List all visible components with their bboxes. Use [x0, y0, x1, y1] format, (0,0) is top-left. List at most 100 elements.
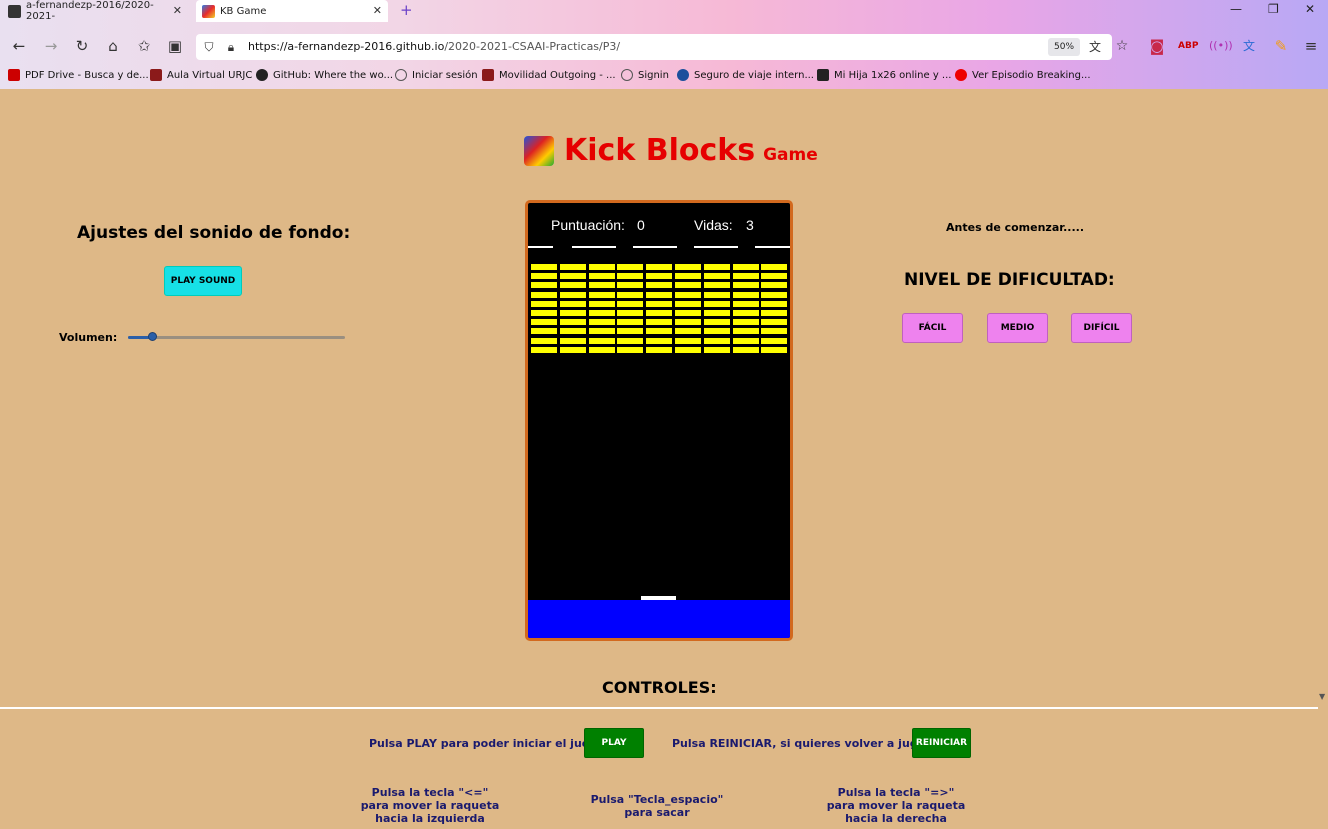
translate-icon[interactable]: 文 [1086, 38, 1104, 56]
menu-icon[interactable]: ≡ [1302, 37, 1320, 55]
brick [703, 282, 730, 289]
bookmark-item[interactable]: GitHub: Where the wo... [256, 69, 393, 81]
page-scrollbar[interactable] [1318, 89, 1328, 829]
home-icon[interactable]: ⌂ [104, 37, 122, 55]
brick [617, 337, 644, 344]
reload-icon[interactable]: ↻ [73, 37, 91, 55]
play-button[interactable]: PLAY [584, 728, 644, 758]
restore-icon[interactable]: ❐ [1268, 2, 1279, 16]
divider [0, 707, 1318, 709]
brick [646, 273, 673, 280]
play-sound-button[interactable]: PLAY SOUND [164, 266, 242, 296]
hint-space-key: Pulsa "Tecla_espacio" para sacar [582, 793, 732, 819]
pocket-icon[interactable]: ◙ [1148, 37, 1166, 55]
github-icon [256, 69, 268, 81]
hint-line: Pulsa la tecla "<=" [371, 786, 489, 799]
hud-divider [633, 246, 677, 248]
bookmark-label: Seguro de viaje intern... [694, 69, 814, 81]
back-icon[interactable]: ← [10, 37, 28, 55]
brick [675, 346, 701, 353]
bookmark-item[interactable]: Aula Virtual URJC [150, 69, 252, 81]
brick [559, 300, 586, 307]
bookmark-star-icon[interactable]: ☆ [1113, 37, 1131, 55]
bookmark-item[interactable]: Ver Episodio Breaking... [955, 69, 1091, 81]
brick [531, 337, 557, 344]
medium-button[interactable]: MEDIO [987, 313, 1048, 343]
brick [761, 319, 788, 326]
brick [761, 346, 788, 353]
tab-kb-game[interactable]: KB Game ✕ [196, 0, 388, 22]
before-start-text: Antes de comenzar..... [946, 221, 1085, 234]
easy-button[interactable]: FÁCIL [902, 313, 963, 343]
bookmark-item[interactable]: Iniciar sesión [395, 69, 478, 81]
lives-label: Vidas: [694, 217, 733, 233]
hint-line: para sacar [624, 806, 690, 819]
adblock-icon[interactable]: ABP [1178, 37, 1198, 55]
lock-icon[interactable]: 🔒︎ [222, 38, 240, 56]
brick [559, 346, 586, 353]
brick [588, 319, 615, 326]
bookmark-item[interactable]: Signin [621, 69, 669, 81]
game-canvas[interactable]: Puntuación: 0 Vidas: 3 [525, 200, 793, 641]
brick [588, 337, 615, 344]
tab-title: a-fernandezp-2016/2020-2021- [26, 0, 154, 22]
brick [732, 264, 759, 270]
brick [732, 310, 759, 316]
volume-slider[interactable] [128, 332, 345, 341]
volume-slider-handle[interactable] [147, 332, 157, 341]
broadcast-icon[interactable]: ((•)) [1209, 37, 1233, 55]
brick [675, 273, 701, 280]
new-tab-icon[interactable]: + [400, 1, 413, 19]
bookmark-item[interactable]: PDF Drive - Busca y de... [8, 69, 149, 81]
brick [617, 328, 644, 335]
brick [617, 264, 644, 270]
close-tab-icon[interactable]: ✕ [373, 4, 382, 17]
browser-chrome: a-fernandezp-2016/2020-2021- ✕ KB Game ✕… [0, 0, 1328, 89]
bookmark-item[interactable]: Mi Hija 1x26 online y ... [817, 69, 951, 81]
brick [675, 310, 701, 316]
brick [559, 264, 586, 270]
brick [617, 346, 644, 353]
bookmark-item[interactable]: Movilidad Outgoing - ... [482, 69, 616, 81]
highlighter-icon[interactable]: ✎ [1272, 37, 1290, 55]
brick [703, 310, 730, 316]
url-bar[interactable]: ⛉ 🔒︎ https://a-fernandezp-2016.github.io… [196, 34, 1128, 60]
scroll-down-icon[interactable]: ▼ [1319, 692, 1325, 701]
brick [646, 310, 673, 316]
bookmark-label: Movilidad Outgoing - ... [499, 69, 616, 81]
close-window-icon[interactable]: ✕ [1305, 2, 1315, 16]
brick [732, 319, 759, 326]
extension-icon[interactable]: ✩ [135, 37, 153, 55]
brick [732, 300, 759, 307]
kb-game-icon [202, 4, 215, 18]
hud-divider [694, 246, 738, 248]
minimize-icon[interactable]: — [1230, 2, 1242, 16]
tab-github[interactable]: a-fernandezp-2016/2020-2021- ✕ [2, 0, 188, 22]
brick [732, 328, 759, 335]
restart-button[interactable]: REINICIAR [912, 728, 971, 758]
shield-icon[interactable]: ⛉ [200, 38, 218, 56]
url-text[interactable]: https://a-fernandezp-2016.github.io/2020… [248, 40, 620, 53]
brick [761, 310, 788, 316]
forward-icon[interactable]: → [42, 37, 60, 55]
brick [531, 300, 557, 307]
close-tab-icon[interactable]: ✕ [173, 4, 182, 17]
brick [646, 337, 673, 344]
collections-icon[interactable]: ▣ [166, 37, 184, 55]
bookmark-item[interactable]: Seguro de viaje intern... [677, 69, 814, 81]
brick [646, 282, 673, 289]
brick [531, 346, 557, 353]
brick [531, 310, 557, 316]
score-label: Puntuación: [551, 217, 625, 233]
pdf-icon [8, 69, 20, 81]
hard-button[interactable]: DIFÍCIL [1071, 313, 1132, 343]
zoom-indicator[interactable]: 50% [1048, 38, 1081, 56]
urjc-icon [150, 69, 162, 81]
hint-line: Pulsa "Tecla_espacio" [590, 793, 724, 806]
globe-icon [395, 69, 407, 81]
brick [703, 273, 730, 280]
translate-extension-icon[interactable]: 文 [1240, 37, 1258, 55]
brick [617, 282, 644, 289]
ground-zone [528, 600, 790, 638]
brick [588, 300, 615, 307]
